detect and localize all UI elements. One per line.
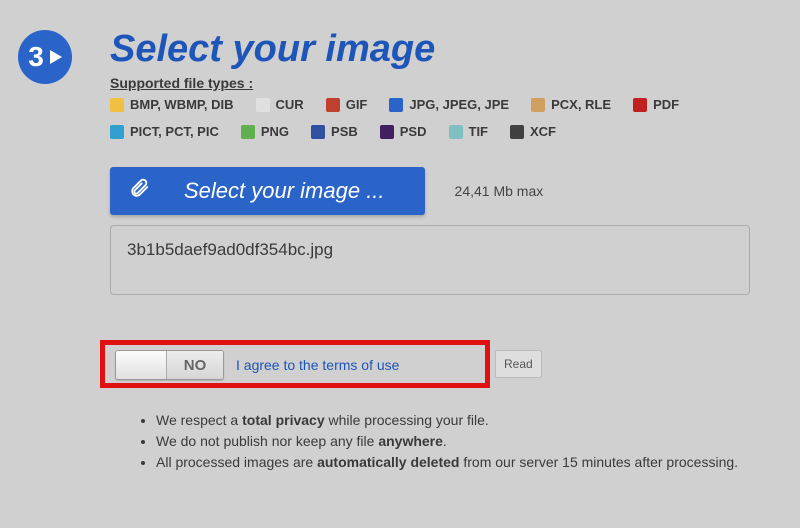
toggle-state-label: NO <box>167 351 223 379</box>
file-type-item: PICT, PCT, PIC <box>110 124 219 139</box>
file-type-item: PNG <box>241 124 289 139</box>
file-type-item: PSB <box>311 124 358 139</box>
file-type-item: TIF <box>449 124 489 139</box>
file-type-item: PCX, RLE <box>531 97 611 112</box>
file-type-label: TIF <box>469 124 489 139</box>
file-icon <box>531 98 545 112</box>
file-type-label: CUR <box>276 97 304 112</box>
file-icon <box>380 125 394 139</box>
terms-of-use-link[interactable]: I agree to the terms of use <box>236 357 399 373</box>
file-type-label: PNG <box>261 124 289 139</box>
file-icon <box>110 98 124 112</box>
step-number: 3 <box>28 41 44 73</box>
file-type-item: PSD <box>380 124 427 139</box>
upload-area: Select your image ... 24,41 Mb max <box>110 167 780 215</box>
privacy-line-1: We respect a total privacy while process… <box>156 410 770 431</box>
toggle-knob <box>116 351 167 379</box>
privacy-notes: We respect a total privacy while process… <box>130 410 770 473</box>
file-icon <box>241 125 255 139</box>
file-type-label: GIF <box>346 97 368 112</box>
file-icon <box>633 98 647 112</box>
main-content: Select your image Supported file types :… <box>110 28 780 295</box>
file-type-item: BMP, WBMP, DIB <box>110 97 234 112</box>
supported-types-label: Supported file types : <box>110 75 780 91</box>
file-type-label: PICT, PCT, PIC <box>130 124 219 139</box>
file-type-list: BMP, WBMP, DIB CUR GIF JPG, JPEG, JPE PC… <box>110 97 770 139</box>
file-type-label: BMP, WBMP, DIB <box>130 97 234 112</box>
file-icon <box>510 125 524 139</box>
file-type-label: PSB <box>331 124 358 139</box>
max-size-label: 24,41 Mb max <box>455 183 544 199</box>
selected-file-name: 3b1b5daef9ad0df354bc.jpg <box>127 240 333 259</box>
terms-row: NO I agree to the terms of use <box>115 350 399 380</box>
play-icon <box>50 50 62 64</box>
privacy-line-3: All processed images are automatically d… <box>156 452 770 473</box>
agree-toggle[interactable]: NO <box>115 350 224 380</box>
file-type-label: PSD <box>400 124 427 139</box>
paperclip-icon <box>128 177 150 205</box>
file-type-label: XCF <box>530 124 556 139</box>
page-title: Select your image <box>110 28 780 71</box>
file-icon <box>389 98 403 112</box>
file-type-item: XCF <box>510 124 556 139</box>
file-type-item: JPG, JPEG, JPE <box>389 97 509 112</box>
file-type-item: PDF <box>633 97 679 112</box>
file-icon <box>311 125 325 139</box>
read-terms-button[interactable]: Read <box>495 350 542 378</box>
step-badge: 3 <box>18 30 72 84</box>
file-icon <box>449 125 463 139</box>
file-type-label: JPG, JPEG, JPE <box>409 97 509 112</box>
file-icon <box>110 125 124 139</box>
file-type-item: CUR <box>256 97 304 112</box>
file-icon <box>256 98 270 112</box>
selected-file-box: 3b1b5daef9ad0df354bc.jpg <box>110 225 750 295</box>
select-image-button[interactable]: Select your image ... <box>110 167 425 215</box>
privacy-line-2: We do not publish nor keep any file anyw… <box>156 431 770 452</box>
file-icon <box>326 98 340 112</box>
select-image-label: Select your image ... <box>184 178 385 204</box>
file-type-label: PDF <box>653 97 679 112</box>
file-type-item: GIF <box>326 97 368 112</box>
file-type-label: PCX, RLE <box>551 97 611 112</box>
page-root: 3 Select your image Supported file types… <box>0 0 800 528</box>
